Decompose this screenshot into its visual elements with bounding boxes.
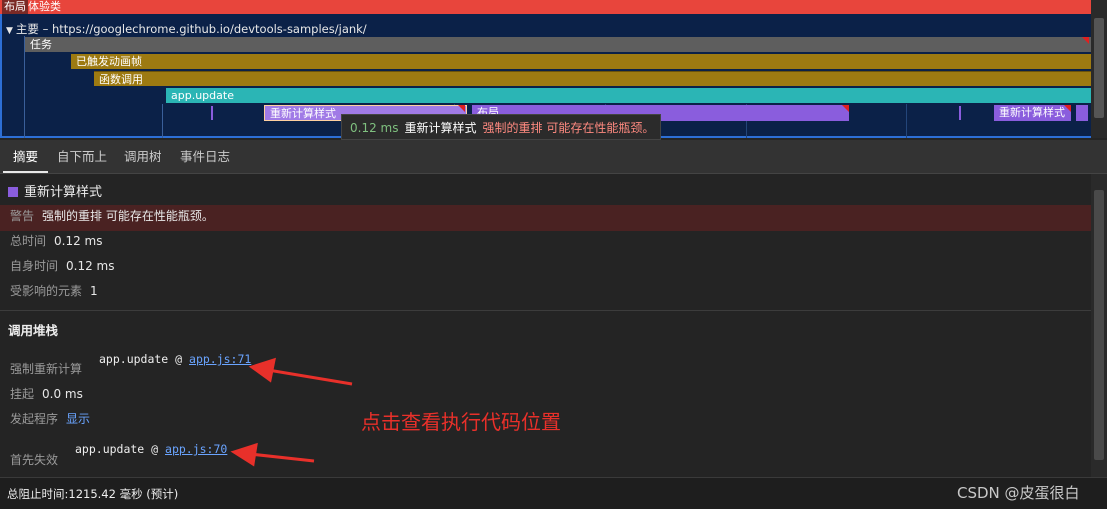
details-scrollbar[interactable] — [1091, 174, 1107, 477]
arrow-icon — [230, 357, 353, 467]
watermark: CSDN @皮蛋很白 — [957, 484, 1080, 502]
total-blocking-time: 总阻止时间:1215.42 毫秒 (预计) — [7, 487, 179, 501]
annotation-text: 点击查看执行代码位置 — [361, 410, 561, 434]
scrollbar-thumb[interactable] — [1094, 190, 1104, 460]
